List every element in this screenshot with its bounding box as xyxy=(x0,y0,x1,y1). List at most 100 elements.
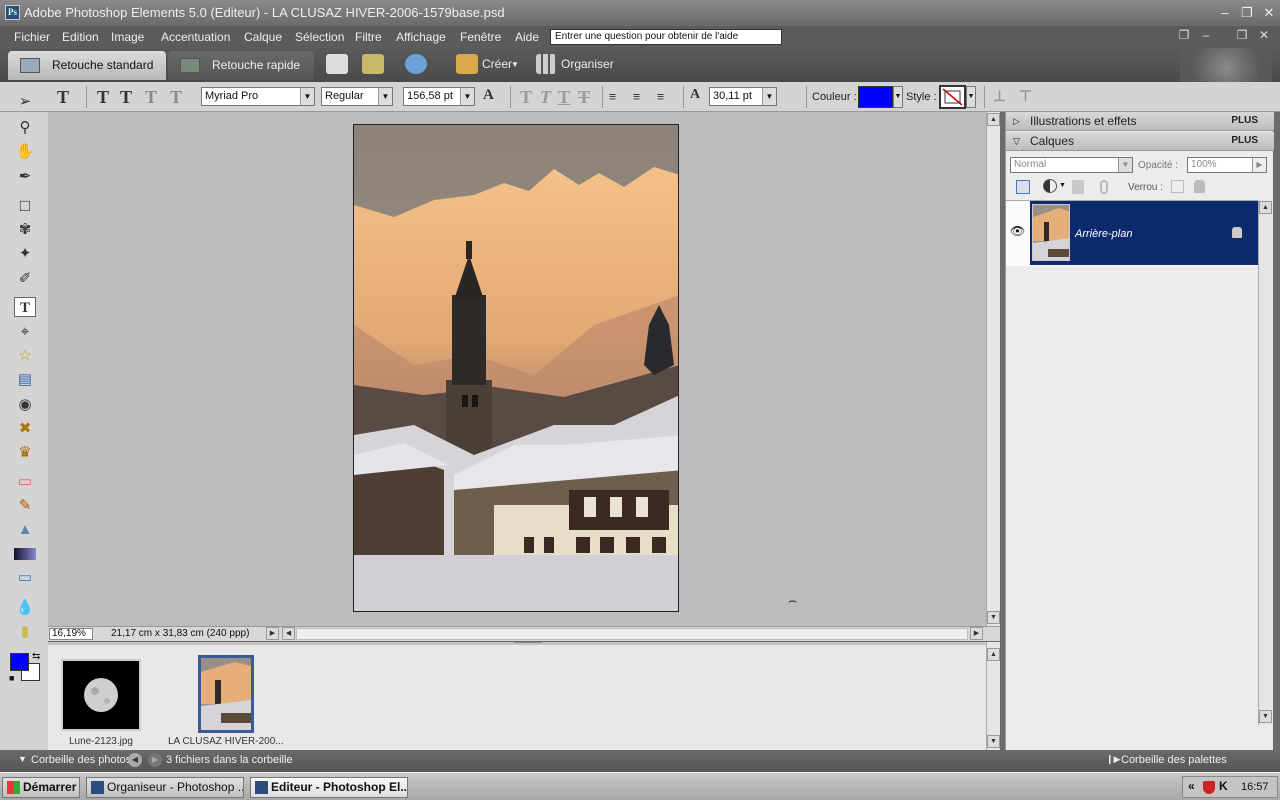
style-none-swatch[interactable] xyxy=(939,85,966,109)
canvas-area[interactable]: ⌢ xyxy=(48,112,986,626)
straighten-tool-icon[interactable]: ▤ xyxy=(14,370,36,390)
menu-filtre[interactable]: Filtre xyxy=(355,30,382,44)
palette-header-illustrations[interactable]: ▷ Illustrations et effets PLUS xyxy=(1006,112,1274,131)
status-menu-arrow-icon[interactable]: ▶ xyxy=(266,627,279,640)
restore-button[interactable]: ❐ xyxy=(1236,3,1258,23)
create-button[interactable]: Créer xyxy=(482,57,512,71)
magic-wand-tool-icon[interactable]: ✦ xyxy=(14,244,36,264)
menu-selection[interactable]: Sélection xyxy=(295,30,344,44)
create-icon[interactable] xyxy=(456,54,478,74)
photo-bin-toggle[interactable]: Corbeille des photos xyxy=(31,754,131,766)
menu-edition[interactable]: Edition xyxy=(62,30,99,44)
lock-all-icon[interactable] xyxy=(1194,180,1205,193)
close-button[interactable]: ✕ xyxy=(1258,3,1280,23)
underline-icon[interactable]: T xyxy=(558,87,570,108)
align-right-icon[interactable]: ≡ xyxy=(657,89,664,105)
cookie-cutter-tool-icon[interactable]: ☆ xyxy=(14,346,36,366)
zoom-field[interactable]: 16,19% xyxy=(49,628,93,640)
leading-select[interactable]: 30,11 pt ▼ xyxy=(709,87,777,106)
organize-button[interactable]: Organiser xyxy=(561,57,614,71)
taskbar-organiseur[interactable]: Organiseur - Photoshop ... xyxy=(86,777,244,798)
scroll-right-icon[interactable]: ▶ xyxy=(970,627,983,640)
healing-brush-tool-icon[interactable]: ✖ xyxy=(14,419,36,439)
text-color-swatch[interactable] xyxy=(858,86,893,108)
horizontal-scrollbar-track[interactable] xyxy=(296,628,968,640)
palette-bin-toggle[interactable]: Corbeille des palettes xyxy=(1121,754,1227,766)
scroll-up-icon[interactable]: ▲ xyxy=(987,648,1000,661)
lasso-tool-icon[interactable]: ✾ xyxy=(14,220,36,240)
bin-resize-grip[interactable] xyxy=(514,642,542,646)
default-colors-icon[interactable]: ■ xyxy=(9,673,14,683)
anti-alias-icon[interactable]: A xyxy=(483,87,494,104)
expand-arrow-icon[interactable]: ▷ xyxy=(1013,112,1020,130)
scroll-left-icon[interactable]: ◀ xyxy=(282,627,295,640)
help-search-input[interactable]: Entrer une question pour obtenir de l'ai… xyxy=(550,29,782,45)
tab-retouche-standard[interactable]: Retouche standard xyxy=(8,51,166,80)
menu-fenetre[interactable]: Fenêtre xyxy=(460,30,501,44)
canvas-vertical-scrollbar[interactable]: ▲ ▼ xyxy=(986,112,1000,626)
scroll-down-icon[interactable]: ▼ xyxy=(1259,710,1272,723)
menu-affichage[interactable]: Affichage xyxy=(396,30,446,44)
marquee-tool-icon[interactable]: □ xyxy=(14,196,36,216)
link-icon[interactable] xyxy=(1100,180,1108,194)
crop-tool-icon[interactable]: ⌖ xyxy=(14,322,36,342)
chevron-down-icon[interactable]: ▼ xyxy=(966,86,976,108)
faux-bold-icon[interactable]: T xyxy=(520,87,532,108)
online-services-icon[interactable] xyxy=(405,54,427,74)
adjustment-layer-icon[interactable] xyxy=(1043,179,1057,193)
font-style-select[interactable]: Regular ▼ xyxy=(321,87,393,106)
previous-photo-icon[interactable]: ◀ xyxy=(128,753,142,767)
chevron-down-icon[interactable]: ▼ xyxy=(893,86,903,108)
lock-transparency-icon[interactable] xyxy=(1171,180,1184,193)
blend-mode-select[interactable]: Normal ▼ xyxy=(1010,157,1133,173)
scroll-up-icon[interactable]: ▲ xyxy=(987,113,1000,126)
collapse-bin-icon[interactable]: ▼ xyxy=(18,754,27,764)
collapse-arrow-icon[interactable]: ▽ xyxy=(1013,132,1020,150)
scroll-down-icon[interactable]: ▼ xyxy=(987,735,1000,748)
vertical-type-icon[interactable]: T xyxy=(120,87,132,108)
palette-bin-icon[interactable]: ❙▶ xyxy=(1106,754,1120,765)
illustrations-plus-button[interactable]: PLUS xyxy=(1231,112,1258,130)
antivirus-shield-icon[interactable] xyxy=(1203,781,1215,794)
eyedropper-tool-icon[interactable]: ✒ xyxy=(14,167,36,187)
red-eye-tool-icon[interactable]: ◉ xyxy=(14,395,36,415)
scroll-down-icon[interactable]: ▼ xyxy=(987,611,1000,624)
type-tool-icon[interactable]: T xyxy=(14,297,36,317)
font-size-select[interactable]: 156,58 pt ▼ xyxy=(403,87,475,106)
bin-thumb-lune[interactable] xyxy=(61,659,141,731)
taskbar-editeur[interactable]: Editeur - Photoshop El... xyxy=(250,777,408,798)
swap-colors-icon[interactable]: ⇆ xyxy=(32,651,40,662)
chevron-down-icon[interactable]: ▼ xyxy=(1059,182,1066,189)
gradient-tool-icon[interactable] xyxy=(14,548,36,560)
align-left-icon[interactable]: ≡ xyxy=(609,89,616,105)
horizontal-type-mask-icon[interactable]: T xyxy=(145,87,157,108)
scroll-up-icon[interactable]: ▲ xyxy=(1259,201,1272,214)
zoom-tool-icon[interactable]: ⚲ xyxy=(14,118,36,138)
share-icon[interactable] xyxy=(362,54,384,74)
blur-tool-icon[interactable]: 💧 xyxy=(14,598,36,618)
sponge-tool-icon[interactable]: ▮ xyxy=(14,622,36,642)
doc-maximize-icon[interactable]: ❐ xyxy=(1232,28,1252,42)
paint-bucket-tool-icon[interactable]: ▲ xyxy=(14,520,36,540)
tray-expand-icon[interactable]: « xyxy=(1188,779,1195,793)
palette-scrollbar[interactable]: ▲ ▼ xyxy=(1258,200,1272,725)
document-image[interactable] xyxy=(353,124,679,612)
horizontal-type-preset-icon[interactable]: T xyxy=(57,87,69,108)
text-orientation-icon[interactable]: ⊤ xyxy=(1019,87,1032,106)
align-center-icon[interactable]: ≡ xyxy=(633,89,640,105)
shape-tool-icon[interactable]: ▭ xyxy=(14,568,36,588)
menu-aide[interactable]: Aide xyxy=(515,30,539,44)
faux-italic-icon[interactable]: T xyxy=(540,87,551,108)
move-tool-icon[interactable]: ➢ xyxy=(14,92,36,112)
calques-plus-button[interactable]: PLUS xyxy=(1231,132,1258,150)
menu-fichier[interactable]: Fichier xyxy=(14,30,50,44)
doc-close-icon[interactable]: ✕ xyxy=(1254,28,1274,42)
menu-image[interactable]: Image xyxy=(111,30,144,44)
print-icon[interactable] xyxy=(326,54,348,74)
selection-brush-tool-icon[interactable]: ✐ xyxy=(14,269,36,289)
layer-visibility-eye-icon[interactable]: 👁 xyxy=(1010,224,1025,238)
start-button[interactable]: Démarrer xyxy=(2,777,80,798)
tab-retouche-rapide[interactable]: Retouche rapide xyxy=(168,51,314,80)
strikethrough-icon[interactable]: T xyxy=(578,87,590,108)
doc-restore-icon[interactable]: ❐ xyxy=(1174,28,1194,42)
